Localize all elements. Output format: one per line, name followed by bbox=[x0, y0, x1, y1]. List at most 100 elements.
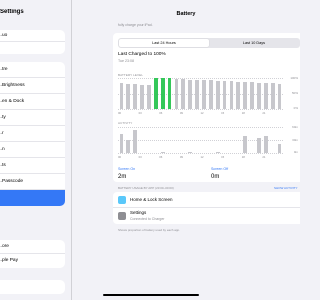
show-activity-button[interactable]: SHOW ACTIVITY bbox=[274, 186, 298, 190]
activity-label-tick: 60m bbox=[292, 125, 298, 129]
sidebar-item-passcode[interactable]: ...Passcode bbox=[0, 174, 65, 190]
chart-bar bbox=[160, 152, 165, 153]
sidebar-item-battery[interactable] bbox=[0, 190, 65, 206]
chart-bar bbox=[263, 135, 268, 153]
chart-bar bbox=[215, 152, 220, 153]
last-charged-time: Tue 23:08 bbox=[118, 59, 135, 63]
chart-bar bbox=[126, 140, 131, 153]
activity-chart: 60m 30m 0m bbox=[118, 125, 298, 154]
sidebar-group-1: ...uo bbox=[0, 30, 65, 54]
app-name: Settings bbox=[130, 210, 147, 215]
sidebar-group-3: ...ore ...ple Pay bbox=[0, 240, 65, 268]
list-item[interactable]: Settings Connected to Charger bbox=[113, 208, 300, 224]
time-tick-label: 21 bbox=[262, 155, 266, 159]
time-tick-label: 15 bbox=[221, 111, 225, 115]
chart-bar bbox=[208, 80, 213, 109]
chart-bar bbox=[243, 135, 248, 153]
time-tick-label: 00 bbox=[118, 155, 122, 159]
time-tick-label: 12 bbox=[200, 111, 204, 115]
activity-label: ACTIVITY bbox=[118, 121, 133, 125]
sidebar-item[interactable]: ...ts bbox=[0, 158, 65, 174]
time-tick-label: 18 bbox=[241, 111, 245, 115]
chart-bar bbox=[174, 78, 179, 109]
sidebar-group-4 bbox=[0, 280, 65, 294]
battery-pane: Battery fully charge your iPad. Last 24 … bbox=[72, 0, 300, 300]
activity-time-axis: 00 03 06 09 12 15 18 21 bbox=[118, 155, 283, 160]
chart-bar bbox=[202, 80, 206, 109]
chart-bar bbox=[119, 82, 124, 109]
chart-bar bbox=[167, 78, 172, 109]
chart-bar bbox=[257, 137, 261, 153]
sidebar-item-app-store[interactable]: ...ore bbox=[0, 240, 65, 254]
chart-bar bbox=[229, 81, 234, 109]
sidebar-item[interactable] bbox=[0, 42, 65, 54]
app-name: Home & Lock Screen bbox=[130, 197, 173, 202]
list-item[interactable]: Home & Lock Screen bbox=[113, 192, 300, 208]
time-tick-label: 06 bbox=[159, 155, 163, 159]
page-title: Battery bbox=[176, 11, 196, 17]
pct-label: 50% bbox=[291, 91, 298, 95]
time-tick-label: 00 bbox=[118, 111, 122, 115]
tab-last-10-days[interactable]: Last 10 Days bbox=[209, 39, 299, 47]
sidebar-item[interactable]: ...r bbox=[0, 126, 65, 142]
chart-bar bbox=[181, 79, 186, 109]
screen-off-value: 0m bbox=[211, 174, 220, 180]
usage-note: Shows proportion of battery used by each… bbox=[118, 228, 181, 232]
chart-bar bbox=[277, 83, 282, 109]
chart-bar bbox=[277, 144, 282, 153]
app-usage-list: Home & Lock Screen Settings Connected to… bbox=[113, 192, 300, 224]
pct-label: 100% bbox=[290, 76, 298, 80]
time-tick-label: 06 bbox=[159, 111, 163, 115]
nav-bar: Battery bbox=[72, 0, 300, 30]
chart-bar bbox=[188, 152, 193, 153]
chart-bar bbox=[257, 82, 261, 109]
time-tick-label: 15 bbox=[221, 155, 225, 159]
chart-bar bbox=[133, 130, 138, 153]
tab-last-24-hours[interactable]: Last 24 Hours bbox=[119, 39, 209, 47]
battery-card: Last 24 Hours Last 10 Days Last Charged … bbox=[113, 33, 300, 182]
battery-level-label: BATTERY LEVEL bbox=[118, 73, 143, 77]
usage-header: BATTERY USAGE BY APP (23:00–00:00) bbox=[118, 186, 174, 190]
screen-on-label: Screen On bbox=[118, 167, 136, 171]
chart-bar bbox=[153, 78, 158, 109]
chart-bar bbox=[222, 81, 227, 109]
sidebar-item[interactable] bbox=[0, 280, 65, 294]
sidebar-title: Settings bbox=[0, 9, 24, 15]
sidebar-group-2: ...tre ...Brightness ...en & Dock ...ty … bbox=[0, 62, 65, 206]
chart-bar bbox=[119, 133, 124, 153]
settings-sidebar: Settings ...uo ...tre ...Brightness ...e… bbox=[0, 0, 72, 300]
battery-time-axis: 00 03 06 09 12 15 18 21 bbox=[118, 111, 283, 116]
sidebar-item[interactable]: ...ty bbox=[0, 110, 65, 126]
time-tick-label: 09 bbox=[179, 111, 183, 115]
screen-off-label: Screen Off bbox=[211, 167, 229, 171]
intro-text: fully charge your iPad. bbox=[118, 23, 153, 27]
home-indicator bbox=[103, 294, 199, 296]
sidebar-item-home-screen-dock[interactable]: ...en & Dock bbox=[0, 94, 65, 110]
chart-bar bbox=[236, 81, 241, 109]
chart-bar bbox=[188, 79, 193, 109]
chart-bar bbox=[147, 85, 151, 109]
sidebar-item[interactable]: ...uo bbox=[0, 30, 65, 42]
sidebar-item[interactable]: ...n bbox=[0, 142, 65, 158]
sidebar-item-wallet-apple-pay[interactable]: ...ple Pay bbox=[0, 254, 65, 268]
chart-bar bbox=[126, 83, 131, 109]
time-range-segmented-control[interactable]: Last 24 Hours Last 10 Days bbox=[118, 38, 300, 48]
screen-on-value: 2m bbox=[118, 174, 127, 180]
home-lock-screen-icon bbox=[118, 196, 126, 204]
time-tick-label: 03 bbox=[138, 111, 142, 115]
time-tick-label: 03 bbox=[138, 155, 142, 159]
chart-bar bbox=[133, 84, 138, 109]
app-detail: Connected to Charger bbox=[130, 217, 165, 221]
time-tick-label: 12 bbox=[200, 155, 204, 159]
pct-label: 0% bbox=[293, 106, 298, 110]
time-tick-label: 18 bbox=[241, 155, 245, 159]
sidebar-item[interactable]: ...tre bbox=[0, 62, 65, 78]
chart-bar bbox=[160, 78, 165, 109]
chart-bar bbox=[140, 84, 144, 109]
time-tick-label: 21 bbox=[262, 111, 266, 115]
chart-bar bbox=[243, 82, 248, 109]
settings-gear-icon bbox=[118, 212, 126, 220]
sidebar-item-display-brightness[interactable]: ...Brightness bbox=[0, 78, 65, 94]
chart-bar bbox=[270, 83, 275, 109]
chart-bar bbox=[250, 82, 254, 109]
